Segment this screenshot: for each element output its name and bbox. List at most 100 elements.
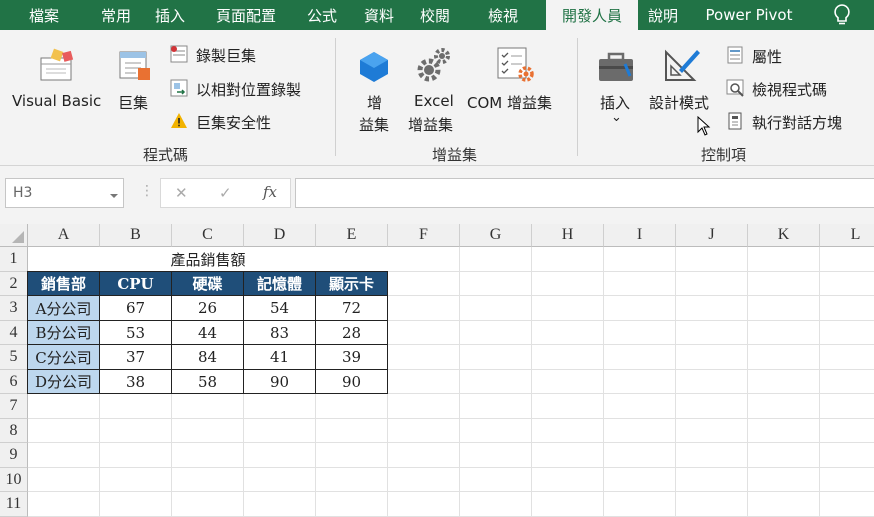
row-header-7[interactable]: 7	[0, 394, 28, 419]
row-header-4[interactable]: 4	[0, 321, 28, 345]
row-header-11[interactable]: 11	[0, 492, 28, 517]
data-cell[interactable]: 44	[171, 320, 244, 345]
data-cell[interactable]: 72	[315, 295, 388, 321]
branch-cell[interactable]: A分公司	[27, 295, 100, 321]
tab-help[interactable]: 說明	[638, 0, 688, 30]
excel-addins-button-line2[interactable]: 增益集	[408, 114, 453, 135]
tab-data[interactable]: 資料	[348, 0, 410, 30]
gridline	[28, 491, 874, 492]
table-title[interactable]: 產品銷售額	[28, 247, 388, 272]
data-cell[interactable]: 53	[99, 320, 172, 345]
header-cell[interactable]: CPU	[99, 271, 172, 296]
excel-addins-button-line1[interactable]: Excel	[414, 92, 454, 110]
tab-file[interactable]: 檔案	[0, 0, 88, 30]
row-header-9[interactable]: 9	[0, 443, 28, 468]
tab-insert[interactable]: 插入	[144, 0, 196, 30]
gridline	[819, 247, 820, 517]
gridline	[28, 467, 874, 468]
row-header-3[interactable]: 3	[0, 296, 28, 321]
tab-page-layout[interactable]: 頁面配置	[196, 0, 296, 30]
data-cell[interactable]: 41	[243, 344, 316, 370]
tab-formulas[interactable]: 公式	[296, 0, 348, 30]
data-cell[interactable]: 39	[315, 344, 388, 370]
row-header-2[interactable]: 2	[0, 272, 28, 296]
column-header-k[interactable]: K	[748, 224, 820, 247]
visual-basic-button[interactable]: Visual Basic	[12, 92, 101, 110]
enter-icon[interactable]: ✓	[219, 184, 232, 202]
column-header-h[interactable]: H	[532, 224, 604, 247]
column-header-d[interactable]: D	[244, 224, 316, 247]
view-code-button[interactable]: 檢視程式碼	[752, 79, 827, 100]
com-addins-icon[interactable]	[494, 46, 536, 84]
gridline	[531, 247, 532, 517]
lightbulb-icon[interactable]	[810, 0, 874, 30]
properties-button[interactable]: 屬性	[752, 46, 782, 67]
column-header-f[interactable]: F	[388, 224, 460, 247]
column-header-a[interactable]: A	[28, 224, 100, 247]
formula-bar-area: H3 ⋮ ✕ ✓ fx	[0, 166, 874, 224]
data-cell[interactable]: 38	[99, 369, 172, 394]
addins-button-line1[interactable]: 增	[367, 92, 382, 113]
data-cell[interactable]: 28	[315, 320, 388, 345]
branch-cell[interactable]: B分公司	[27, 320, 100, 345]
data-cell[interactable]: 90	[243, 369, 316, 394]
branch-cell[interactable]: C分公司	[27, 344, 100, 370]
data-cell[interactable]: 83	[243, 320, 316, 345]
select-all-corner[interactable]	[0, 224, 28, 247]
header-cell[interactable]: 顯示卡	[315, 271, 388, 296]
header-cell[interactable]: 記憶體	[243, 271, 316, 296]
run-dialog-button[interactable]: 執行對話方塊	[752, 112, 842, 133]
row-header-6[interactable]: 6	[0, 370, 28, 394]
column-header-j[interactable]: J	[676, 224, 748, 247]
data-cell[interactable]: 54	[243, 295, 316, 321]
branch-cell[interactable]: D分公司	[27, 369, 100, 394]
column-header-c[interactable]: C	[172, 224, 244, 247]
name-box[interactable]: H3	[5, 178, 124, 208]
design-mode-button[interactable]: 設計模式	[649, 92, 709, 113]
column-header-b[interactable]: B	[100, 224, 172, 247]
insert-function-icon[interactable]: fx	[263, 183, 277, 201]
header-cell[interactable]: 硬碟	[171, 271, 244, 296]
header-cell[interactable]: 銷售部	[27, 271, 100, 296]
row-header-8[interactable]: 8	[0, 419, 28, 443]
macros-icon[interactable]	[116, 48, 154, 84]
tab-developer[interactable]: 開發人員	[546, 0, 638, 30]
com-addins-button[interactable]: COM 增益集	[467, 92, 552, 113]
data-cell[interactable]: 58	[171, 369, 244, 394]
macros-button[interactable]: 巨集	[118, 92, 148, 113]
data-cell[interactable]: 67	[99, 295, 172, 321]
row-header-5[interactable]: 5	[0, 345, 28, 370]
data-cell[interactable]: 26	[171, 295, 244, 321]
data-cell[interactable]: 90	[315, 369, 388, 394]
column-header-l[interactable]: L	[820, 224, 874, 247]
column-header-e[interactable]: E	[316, 224, 388, 247]
tab-power-pivot[interactable]: Power Pivot	[688, 0, 810, 30]
toolbox-icon[interactable]	[597, 50, 635, 84]
controls-group-label: 控制項	[701, 146, 747, 164]
visual-basic-icon[interactable]	[38, 48, 78, 84]
tab-view[interactable]: 檢視	[460, 0, 546, 30]
chevron-down-icon[interactable]: ⌄	[611, 110, 622, 125]
grip-dots-icon[interactable]: ⋮	[140, 183, 154, 203]
formula-input[interactable]	[295, 178, 874, 208]
row-header-10[interactable]: 10	[0, 468, 28, 492]
addins-button-line2[interactable]: 益集	[359, 114, 389, 135]
addins-icon[interactable]	[356, 50, 392, 84]
tab-home[interactable]: 常用	[88, 0, 144, 30]
record-macro-button[interactable]: 錄製巨集	[196, 45, 256, 66]
name-box-dropdown-icon[interactable]	[110, 188, 118, 198]
relative-references-button[interactable]: 以相對位置錄製	[196, 79, 301, 100]
column-header-g[interactable]: G	[460, 224, 532, 247]
design-mode-icon[interactable]	[663, 46, 703, 84]
cancel-icon[interactable]: ✕	[175, 184, 188, 202]
ribbon: Visual Basic 巨集 錄製巨集 以相對位置錄製 巨集安全性 程式碼 增…	[0, 30, 874, 166]
column-header-i[interactable]: I	[604, 224, 676, 247]
data-cell[interactable]: 84	[171, 344, 244, 370]
macro-security-button[interactable]: 巨集安全性	[196, 112, 271, 133]
gridline	[603, 247, 604, 517]
gear-icon[interactable]	[415, 46, 451, 84]
row-header-1[interactable]: 1	[0, 247, 28, 272]
ribbon-separator	[577, 38, 578, 156]
data-cell[interactable]: 37	[99, 344, 172, 370]
tab-review[interactable]: 校閱	[410, 0, 460, 30]
